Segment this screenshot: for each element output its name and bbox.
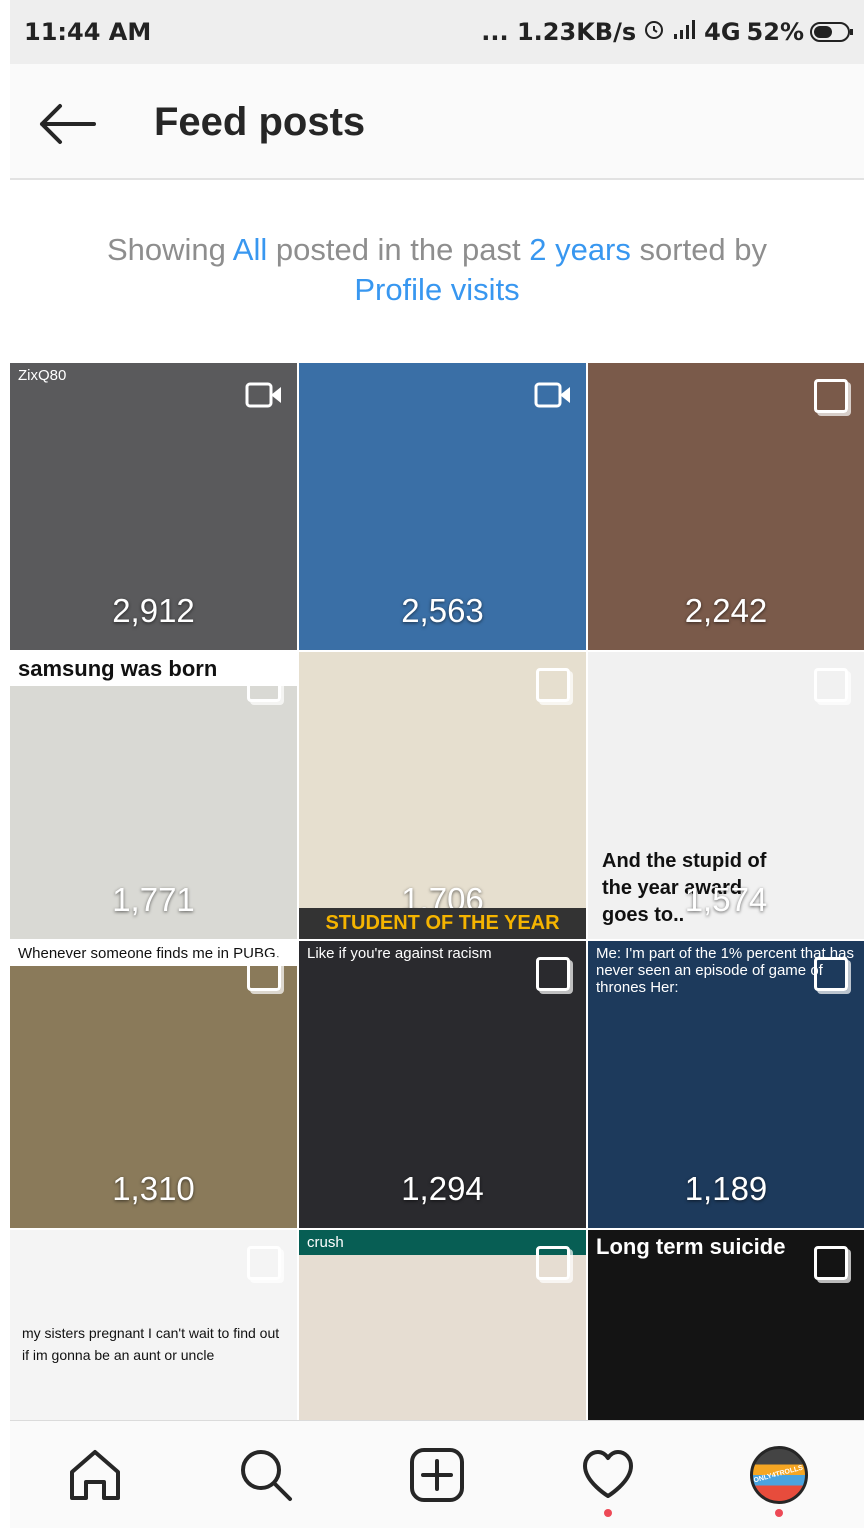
photo-icon xyxy=(247,1246,281,1280)
photo-icon xyxy=(814,379,848,413)
post-tile[interactable]: 1,706 STUDENT OF THE YEAR xyxy=(299,652,586,939)
post-tile[interactable]: Me: I'm part of the 1% percent that has … xyxy=(588,941,864,1228)
post-caption: my sisters pregnant I can't wait to find… xyxy=(22,1325,280,1363)
signal-icon xyxy=(672,18,698,46)
bottom-nav: ONLY4TROLLS xyxy=(10,1420,864,1528)
sort-metric-filter[interactable]: Profile visits xyxy=(354,272,519,307)
status-bar: 11:44 AM ... 1.23KB/s 4G 52% xyxy=(10,0,864,64)
post-view-count: 2,563 xyxy=(401,592,484,629)
arrow-left-icon xyxy=(40,104,96,144)
video-icon xyxy=(245,381,283,414)
post-tile[interactable]: ZixQ80 2,912 xyxy=(10,363,297,650)
post-view-count: 2,242 xyxy=(684,592,768,629)
nav-activity[interactable] xyxy=(568,1435,648,1517)
photo-icon xyxy=(814,1246,848,1280)
add-post-icon xyxy=(409,1447,464,1502)
post-tile[interactable]: And the stupid of the year award goes to… xyxy=(588,652,864,939)
filter-middle: posted in the past xyxy=(275,232,521,267)
heart-icon xyxy=(582,1449,633,1498)
status-time: 11:44 AM xyxy=(24,18,152,46)
post-view-count: 1,771 xyxy=(112,881,195,918)
filter-summary: Showing All posted in the past 2 years s… xyxy=(10,230,864,310)
status-indicators: ... 1.23KB/s 4G 52% xyxy=(481,17,854,47)
post-view-count: 1,294 xyxy=(401,1170,484,1207)
photo-icon xyxy=(814,668,848,702)
notification-dot xyxy=(774,1508,783,1517)
post-view-count: 1,189 xyxy=(684,1170,768,1207)
post-tile[interactable]: Long term suicide xyxy=(588,1230,864,1420)
nav-home[interactable] xyxy=(55,1435,135,1515)
post-tile[interactable]: my sisters pregnant I can't wait to find… xyxy=(10,1230,297,1420)
post-caption: STUDENT OF THE YEAR xyxy=(299,908,586,939)
profile-avatar: ONLY4TROLLS xyxy=(749,1445,808,1504)
battery-percent: 52% xyxy=(746,18,804,46)
search-icon xyxy=(241,1449,293,1501)
post-tile[interactable]: crush xyxy=(299,1230,586,1420)
network-speed: ... 1.23KB/s xyxy=(481,18,637,46)
time-period-filter[interactable]: 2 years xyxy=(529,232,631,267)
alarm-icon xyxy=(642,17,666,47)
page-title: Feed posts xyxy=(154,100,366,144)
photo-icon xyxy=(247,957,281,991)
video-icon xyxy=(534,381,572,414)
photo-icon xyxy=(814,957,848,991)
photo-icon xyxy=(536,1246,570,1280)
photo-icon xyxy=(247,668,281,702)
post-view-count: 1,574 xyxy=(684,881,768,918)
app-bar: Feed posts xyxy=(10,64,864,180)
nav-add-post[interactable] xyxy=(397,1435,477,1515)
filter-sorted-by: sorted by xyxy=(639,232,768,267)
avatar-logo-text: ONLY4TROLLS xyxy=(753,1464,804,1485)
nav-profile[interactable]: ONLY4TROLLS xyxy=(739,1435,819,1517)
post-tile[interactable]: 2,242 xyxy=(588,363,864,650)
photo-icon xyxy=(536,668,570,702)
post-view-count: 1,310 xyxy=(112,1170,195,1207)
post-tile[interactable]: Like if you're against racism 1,294 xyxy=(299,941,586,1228)
network-type: 4G xyxy=(704,18,741,46)
post-view-count: 2,912 xyxy=(112,592,195,629)
post-tile[interactable]: samsung was born 1,771 xyxy=(10,652,297,939)
media-type-filter[interactable]: All xyxy=(233,232,267,267)
nav-search[interactable] xyxy=(226,1435,306,1515)
post-tile[interactable]: 2,563 xyxy=(299,363,586,650)
photo-icon xyxy=(536,957,570,991)
notification-dot xyxy=(603,1508,612,1517)
posts-grid: ZixQ80 2,912 2,563 2,242 samsung was bor… xyxy=(10,363,864,1420)
back-button[interactable] xyxy=(36,100,98,148)
battery-icon xyxy=(810,20,854,44)
post-tile[interactable]: Whenever someone finds me in PUBG. 1,310 xyxy=(10,941,297,1228)
filter-prefix: Showing xyxy=(106,232,226,267)
home-icon xyxy=(70,1449,121,1500)
